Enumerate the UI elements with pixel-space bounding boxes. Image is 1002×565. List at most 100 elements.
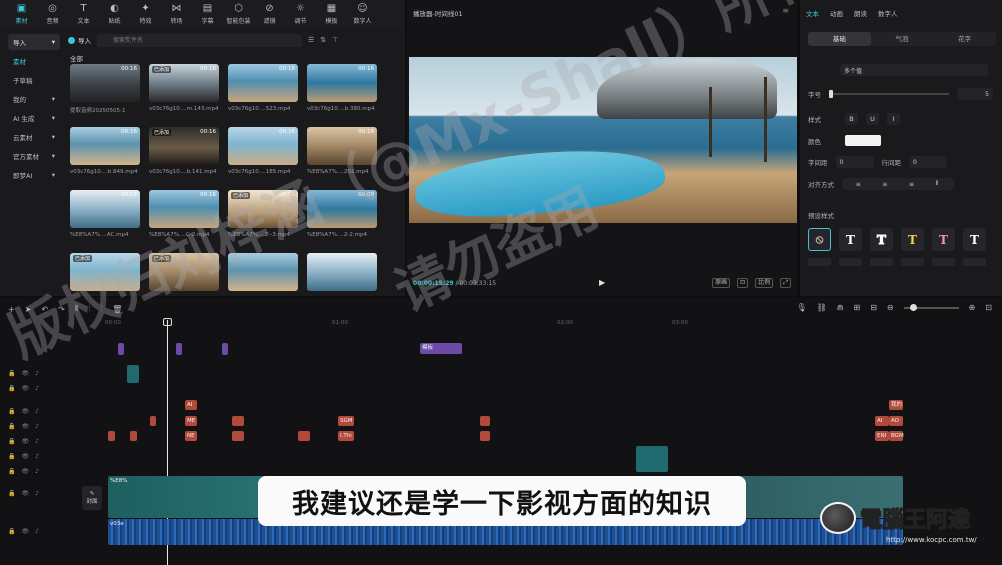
size-slider-knob[interactable] — [829, 90, 833, 98]
text-clip[interactable] — [480, 431, 490, 441]
audio-icon[interactable]: ♪ — [35, 468, 39, 475]
audio-icon[interactable]: ♪ — [35, 528, 39, 535]
lock-icon[interactable]: 🔒 — [8, 490, 15, 497]
clip-thumbnail[interactable]: 00:16 已添加 — [149, 127, 219, 165]
zoom-out-icon[interactable]: ⊖ — [887, 303, 894, 312]
lock-icon[interactable]: 🔒 — [8, 528, 15, 535]
video-clip[interactable] — [127, 365, 139, 383]
line-spacing-input[interactable]: 0 — [909, 156, 947, 168]
category-item[interactable]: 素材 — [8, 53, 60, 69]
text-clip[interactable]: SGM — [338, 416, 354, 426]
media-clip[interactable]: 00:16 已添加 v03c76g10....m.143.mp4 — [149, 64, 219, 127]
text-clip[interactable]: BGM — [889, 431, 904, 441]
no-style-icon[interactable]: ⦸ — [808, 228, 831, 251]
toolbar-effects-button[interactable]: ✦ 特效 — [132, 1, 159, 27]
tab-property[interactable]: 朗读 — [854, 8, 867, 18]
category-item[interactable]: 导入 ▾ — [8, 34, 60, 50]
sort-icon[interactable]: ⇅ — [320, 36, 326, 44]
clip-thumbnail[interactable]: 00:16 — [307, 64, 377, 102]
text-clip[interactable] — [130, 431, 137, 441]
eye-icon[interactable]: 👁 — [21, 490, 29, 497]
media-clip[interactable]: 00:16 提取音频20250505-1 — [70, 64, 140, 127]
eye-icon[interactable]: 👁 — [21, 385, 29, 392]
link-icon[interactable]: ⛓ — [817, 303, 827, 312]
preview-axis-icon[interactable]: ⊞ — [853, 303, 860, 312]
lock-icon[interactable]: 🔒 — [8, 370, 15, 377]
clip-thumbnail[interactable]: 00:16 已添加 — [149, 64, 219, 102]
list-view-icon[interactable]: ☰ — [308, 36, 314, 44]
toolbar-filter-button[interactable]: ⊘ 滤镜 — [256, 1, 283, 27]
fit-timeline-icon[interactable]: ⊡ — [985, 303, 992, 312]
lock-icon[interactable]: 🔒 — [8, 468, 15, 475]
category-item[interactable]: 云素材 ▾ — [8, 129, 60, 145]
text-clip[interactable] — [150, 416, 156, 426]
lock-icon[interactable]: 🔒 — [8, 453, 15, 460]
clip-thumbnail[interactable] — [307, 253, 377, 291]
tab-property[interactable]: 动画 — [830, 8, 843, 18]
text-clip[interactable] — [480, 416, 490, 426]
preset-style[interactable]: T — [870, 228, 893, 251]
original-button[interactable]: 原画 — [712, 278, 731, 288]
preset-style[interactable]: T — [839, 228, 862, 251]
filter-icon[interactable]: ⊤ — [332, 36, 338, 44]
segment-item[interactable]: 花字 — [933, 32, 996, 46]
audio-icon[interactable]: ♪ — [35, 408, 39, 415]
preset-style[interactable]: T — [963, 228, 986, 251]
lock-icon[interactable]: 🔒 — [8, 385, 15, 392]
clip-thumbnail[interactable]: 00:16 — [70, 64, 140, 102]
category-item[interactable]: AI 生成 ▾ — [8, 110, 60, 126]
text-clip[interactable] — [232, 416, 244, 426]
sticker-clip[interactable] — [118, 343, 124, 355]
preset-swatch[interactable] — [901, 258, 924, 266]
text-clip[interactable] — [232, 431, 244, 441]
eye-icon[interactable]: 👁 — [21, 453, 29, 460]
color-swatch[interactable] — [845, 135, 881, 146]
align-buttons[interactable]: ≡ ≡ ≡ ⦀ — [842, 178, 954, 190]
preset-style[interactable]: T — [932, 228, 955, 251]
underline-button[interactable]: U — [866, 113, 879, 125]
lock-icon[interactable]: 🔒 — [8, 408, 15, 415]
cover-button[interactable]: ✎ 封面 — [82, 486, 102, 510]
category-item[interactable]: 官方素材 ▾ — [8, 148, 60, 164]
eye-icon[interactable]: 👁 — [21, 468, 29, 475]
toolbar-transition-button[interactable]: ⋈ 转场 — [163, 1, 190, 27]
text-clip[interactable]: AI — [875, 416, 889, 426]
fit-icon[interactable]: ⊡ — [737, 278, 749, 288]
lock-icon[interactable]: 🔒 — [8, 423, 15, 430]
toolbar-smart-pack-button[interactable]: ⬡ 智能包装 — [225, 1, 252, 27]
bold-button[interactable]: B — [845, 113, 858, 125]
preset-style[interactable]: T — [901, 228, 924, 251]
text-clip[interactable]: 我的 — [889, 400, 903, 410]
segment-item[interactable]: 基础 — [808, 32, 871, 46]
toolbar-text-button[interactable]: T 文本 — [70, 1, 97, 27]
media-clip[interactable]: 00:16 已添加 v03c76g10....b.141.mp4 — [149, 127, 219, 190]
text-clip[interactable] — [108, 431, 115, 441]
audio-icon[interactable]: ♪ — [35, 453, 39, 460]
size-slider[interactable] — [829, 90, 949, 98]
category-item[interactable]: 子草稿 — [8, 72, 60, 88]
sticker-clip[interactable] — [176, 343, 182, 355]
eye-icon[interactable]: 👁 — [21, 423, 29, 430]
media-clip[interactable]: 00:16 v03c76g10....b.380.mp4 — [307, 64, 377, 127]
audio-icon[interactable]: ♪ — [35, 370, 39, 377]
clip-thumbnail[interactable]: 00:16 — [228, 127, 298, 165]
category-item[interactable]: 即梦AI ▾ — [8, 167, 60, 183]
lock-icon[interactable]: 🔒 — [8, 438, 15, 445]
toolbar-template-button[interactable]: ▦ 模板 — [318, 1, 345, 27]
text-clip[interactable]: ENI — [875, 431, 889, 441]
align-vertical-icon[interactable]: ⦀ — [936, 180, 941, 188]
italic-button[interactable]: I — [887, 113, 900, 125]
text-clip[interactable]: AO — [889, 416, 903, 426]
import-button[interactable]: 导入 — [68, 35, 91, 45]
char-spacing-input[interactable]: 0 — [835, 156, 874, 168]
clip-thumbnail[interactable]: 00:16 — [228, 64, 298, 102]
video-clip[interactable] — [636, 446, 668, 472]
toolbar-audio-button[interactable]: ◎ 音频 — [39, 1, 66, 27]
preset-swatch[interactable] — [932, 258, 955, 266]
toolbar-sticker-button[interactable]: ◐ 贴纸 — [101, 1, 128, 27]
font-select[interactable]: 多个值 — [840, 64, 988, 76]
zoom-in-icon[interactable]: ⊕ — [969, 303, 976, 312]
toolbar-subtitle-button[interactable]: ▤ 字幕 — [194, 1, 221, 27]
clip-thumbnail[interactable]: 00:16 — [70, 127, 140, 165]
zoom-slider-knob[interactable] — [909, 303, 917, 311]
